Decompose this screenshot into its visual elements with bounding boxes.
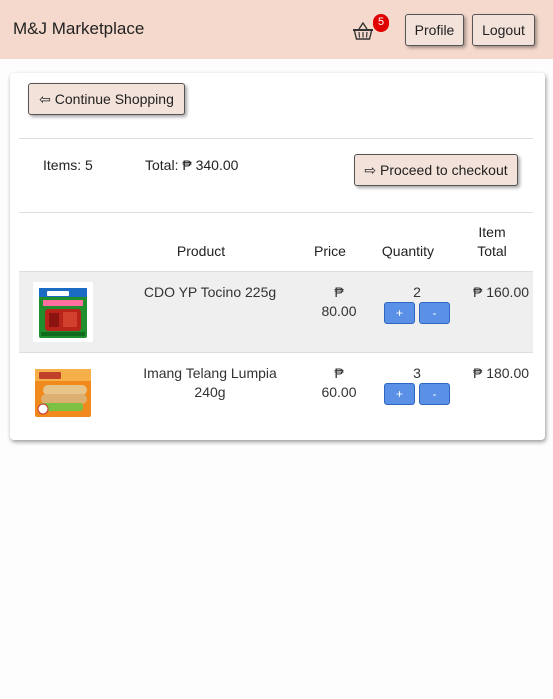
column-header-item-total-line2: Total bbox=[477, 243, 507, 259]
column-header-item-total: Item Total bbox=[456, 223, 528, 261]
column-header-item-total-line1: Item bbox=[478, 224, 506, 240]
tocino-pack-image bbox=[33, 282, 93, 342]
cart-count-badge: 5 bbox=[373, 14, 389, 32]
product-name: Imang Telang Lumpia 240g bbox=[130, 364, 290, 402]
divider bbox=[19, 138, 533, 139]
price-currency-symbol: ₱ bbox=[334, 365, 344, 381]
divider bbox=[19, 212, 533, 213]
quantity-value: 3 bbox=[413, 365, 421, 381]
navbar: M&J Marketplace 5 Profile Logout bbox=[0, 0, 553, 59]
column-header-quantity: Quantity bbox=[381, 243, 435, 259]
product-name: CDO YP Tocino 225g bbox=[143, 284, 277, 300]
decrease-quantity-button[interactable]: - bbox=[419, 302, 450, 324]
cart-card: ⇦ Continue Shopping Items: 5 Total: ₱ 34… bbox=[10, 73, 545, 440]
price-currency-symbol: ₱ bbox=[334, 284, 344, 300]
table-row: Imang Telang Lumpia 240g ₱ 60.00 3 + - ₱… bbox=[19, 353, 533, 434]
decrease-quantity-button[interactable]: - bbox=[419, 383, 450, 405]
brand-title[interactable]: M&J Marketplace bbox=[13, 19, 144, 39]
price-value: 60.00 bbox=[321, 384, 357, 400]
basket-icon[interactable] bbox=[352, 21, 374, 41]
profile-button[interactable]: Profile bbox=[405, 14, 464, 46]
proceed-to-checkout-button[interactable]: ⇨ Proceed to checkout bbox=[354, 154, 518, 186]
lumpia-pack-image bbox=[33, 363, 93, 423]
increase-quantity-button[interactable]: + bbox=[384, 302, 415, 324]
items-count: Items: 5 bbox=[43, 157, 93, 173]
table-row: CDO YP Tocino 225g ₱ 80.00 2 + - ₱ 160.0… bbox=[19, 272, 533, 353]
logout-button[interactable]: Logout bbox=[472, 14, 535, 46]
column-header-price: Price bbox=[314, 243, 346, 259]
cart-total: Total: ₱ 340.00 bbox=[145, 157, 239, 173]
item-total: ₱ 180.00 bbox=[472, 365, 530, 381]
column-header-product: Product bbox=[176, 243, 226, 259]
item-total: ₱ 160.00 bbox=[472, 284, 530, 300]
product-name-line1: Imang Telang Lumpia bbox=[143, 365, 277, 381]
price-value: 80.00 bbox=[321, 303, 357, 319]
product-name-line2: 240g bbox=[194, 384, 226, 400]
continue-shopping-button[interactable]: ⇦ Continue Shopping bbox=[28, 83, 185, 115]
increase-quantity-button[interactable]: + bbox=[384, 383, 415, 405]
product-price: ₱ 80.00 bbox=[309, 283, 369, 321]
quantity-value: 2 bbox=[413, 284, 421, 300]
product-price: ₱ 60.00 bbox=[309, 364, 369, 402]
